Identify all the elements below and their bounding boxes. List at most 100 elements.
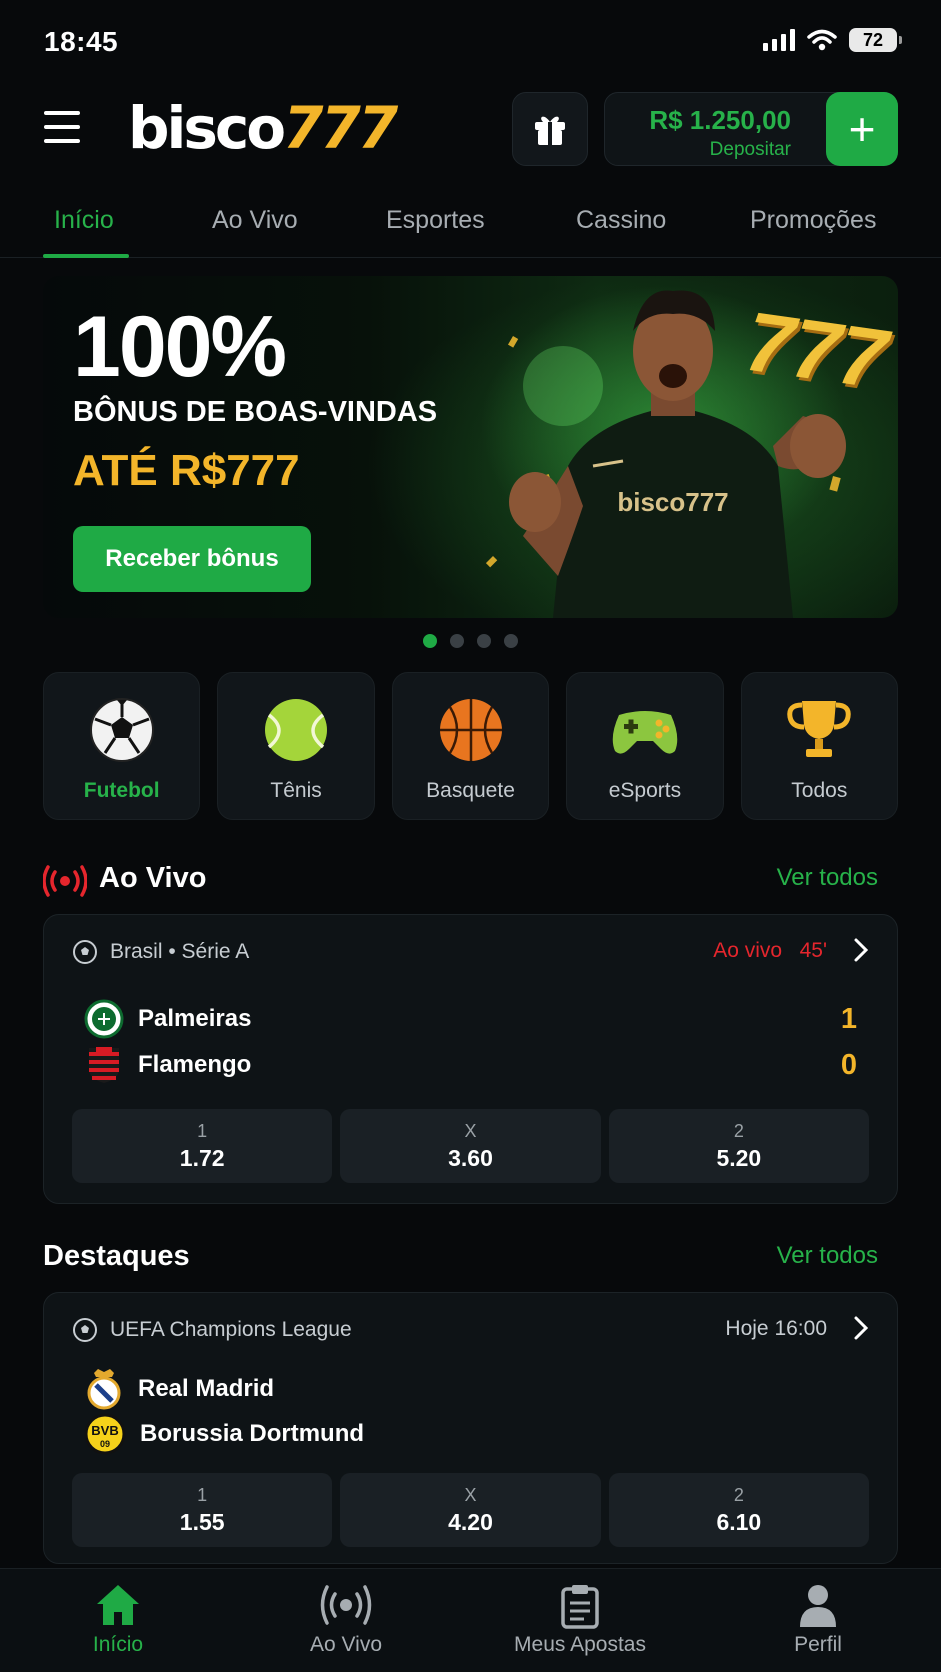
- logo-main: bisco: [128, 94, 286, 162]
- away-team-name: Borussia Dortmund: [140, 1420, 365, 1447]
- active-tab-indicator: [43, 254, 129, 258]
- odd-home-button[interactable]: 1 1.55: [72, 1473, 333, 1547]
- nav-label: Meus Apostas: [514, 1633, 646, 1656]
- live-status-label: Ao vivo: [713, 939, 783, 962]
- home-team-name: Real Madrid: [138, 1375, 275, 1402]
- odd-label: X: [464, 1485, 477, 1505]
- wifi-icon: [807, 29, 837, 51]
- tab-promocoes[interactable]: Promoções: [750, 206, 876, 235]
- sport-label: Basquete: [426, 779, 515, 802]
- nav-label: Início: [92, 1633, 144, 1656]
- nav-ao-vivo[interactable]: Ao Vivo: [246, 1569, 446, 1672]
- featured-section-title: Destaques: [43, 1240, 190, 1272]
- sport-futebol[interactable]: Futebol: [43, 672, 201, 820]
- status-time: 18:45: [44, 26, 119, 57]
- live-section-title: Ao Vivo: [99, 862, 207, 894]
- deposit-label[interactable]: Depositar: [710, 139, 791, 161]
- home-icon: [97, 1585, 139, 1625]
- sport-basquete[interactable]: Basquete: [391, 672, 550, 820]
- odd-value: 1.55: [179, 1509, 225, 1535]
- away-score: 0: [840, 1049, 857, 1081]
- featured-section-header: Destaques Ver todos: [43, 1236, 898, 1276]
- live-section-header: Ao Vivo Ver todos: [43, 858, 898, 898]
- sport-todos[interactable]: Todos: [740, 672, 899, 820]
- menu-line: [44, 125, 80, 129]
- match-time: Hoje 16:00: [725, 1317, 827, 1340]
- main-tabs: Início Ao Vivo Esportes Cassino Promoçõe…: [0, 188, 941, 258]
- sport-tenis[interactable]: Tênis: [217, 672, 375, 820]
- user-icon: [800, 1585, 836, 1627]
- carousel-dot[interactable]: [450, 634, 464, 648]
- nav-meus-apostas[interactable]: Meus Apostas: [480, 1569, 680, 1672]
- svg-text:BVB: BVB: [91, 1423, 118, 1438]
- tab-cassino[interactable]: Cassino: [576, 206, 666, 235]
- soccer-ball-icon: [73, 940, 97, 964]
- basketball-icon: [439, 699, 502, 761]
- featured-match-card[interactable]: UEFA Champions League Hoje 16:00 Real Ma…: [43, 1292, 898, 1564]
- odds-row: 1 1.72 X 3.60 2 5.20: [72, 1109, 869, 1183]
- tab-ao-vivo[interactable]: Ao Vivo: [212, 206, 298, 235]
- palmeiras-crest-icon: [84, 999, 124, 1039]
- carousel-dot[interactable]: [504, 634, 518, 648]
- chevron-right-icon[interactable]: [853, 937, 869, 963]
- status-icons: 72: [763, 28, 902, 52]
- gift-button[interactable]: [512, 92, 588, 166]
- tennis-ball-icon: [265, 699, 328, 761]
- odd-label: 1: [197, 1485, 208, 1505]
- odd-draw-button[interactable]: X 3.60: [340, 1109, 601, 1183]
- soccer-ball-icon: [73, 1318, 97, 1342]
- nav-label: Ao Vivo: [310, 1633, 382, 1656]
- carousel-dot[interactable]: [423, 634, 437, 648]
- promo-banner[interactable]: bisco777 777 100% BÔNUS DE BOAS-VINDAS A…: [43, 276, 898, 618]
- chevron-right-icon[interactable]: [853, 1315, 869, 1341]
- live-broadcast-icon: [43, 865, 87, 897]
- add-funds-button[interactable]: +: [826, 92, 898, 166]
- balance-widget[interactable]: R$ 1.250,00 Depositar +: [604, 92, 898, 166]
- odd-label: 2: [733, 1121, 744, 1141]
- odd-value: 5.20: [716, 1145, 762, 1171]
- real-madrid-crest-icon: [87, 1369, 121, 1410]
- sport-label: Todos: [791, 779, 848, 802]
- odd-away-button[interactable]: 2 5.20: [608, 1109, 869, 1183]
- carousel-dots: [0, 634, 941, 648]
- clipboard-icon: [561, 1585, 599, 1629]
- nav-inicio[interactable]: Início: [18, 1569, 218, 1672]
- live-match-card[interactable]: Brasil • Série A Ao vivo 45' Palmeiras 1…: [43, 914, 898, 1204]
- live-status: Ao vivo 45': [713, 939, 827, 963]
- odd-value: 4.20: [448, 1509, 493, 1535]
- featured-see-all-link[interactable]: Ver todos: [777, 1242, 878, 1270]
- nav-perfil[interactable]: Perfil: [718, 1569, 918, 1672]
- odd-value: 6.10: [716, 1509, 762, 1535]
- borussia-dortmund-crest-icon: BVB 09: [84, 1413, 126, 1455]
- nav-label: Perfil: [794, 1633, 842, 1656]
- soccer-ball-icon: [89, 698, 154, 762]
- live-see-all-link[interactable]: Ver todos: [777, 864, 878, 892]
- odd-label: 2: [733, 1485, 744, 1505]
- sport-esports[interactable]: eSports: [566, 672, 724, 820]
- svg-text:09: 09: [100, 1439, 110, 1449]
- odd-home-button[interactable]: 1 1.72: [72, 1109, 333, 1183]
- tab-inicio[interactable]: Início: [54, 206, 114, 235]
- gamepad-icon: [612, 711, 678, 754]
- league-name: UEFA Champions League: [110, 1318, 352, 1341]
- receive-bonus-button[interactable]: Receber bônus: [73, 526, 311, 592]
- banner-amount: ATÉ R$777: [73, 446, 300, 495]
- away-team: BVB 09 Borussia Dortmund: [84, 1413, 364, 1455]
- flamengo-crest-icon: [89, 1047, 119, 1083]
- carousel-dot[interactable]: [477, 634, 491, 648]
- match-league: UEFA Champions League: [72, 1317, 352, 1343]
- match-league: Brasil • Série A: [72, 939, 249, 965]
- odd-away-button[interactable]: 2 6.10: [608, 1473, 869, 1547]
- banner-title: 100%: [73, 299, 287, 395]
- home-score: 1: [840, 1003, 857, 1035]
- battery-icon: 72: [849, 28, 902, 52]
- odd-draw-button[interactable]: X 4.20: [340, 1473, 601, 1547]
- match-minute: 45': [799, 939, 827, 962]
- tab-esportes[interactable]: Esportes: [386, 206, 485, 235]
- home-team: Palmeiras: [84, 999, 251, 1039]
- menu-button[interactable]: [40, 108, 84, 146]
- banner-subtitle: BÔNUS DE BOAS-VINDAS: [73, 396, 438, 428]
- brand-logo[interactable]: bisco777: [128, 94, 398, 162]
- away-team: Flamengo: [84, 1045, 251, 1085]
- logo-accent: 777: [283, 94, 398, 162]
